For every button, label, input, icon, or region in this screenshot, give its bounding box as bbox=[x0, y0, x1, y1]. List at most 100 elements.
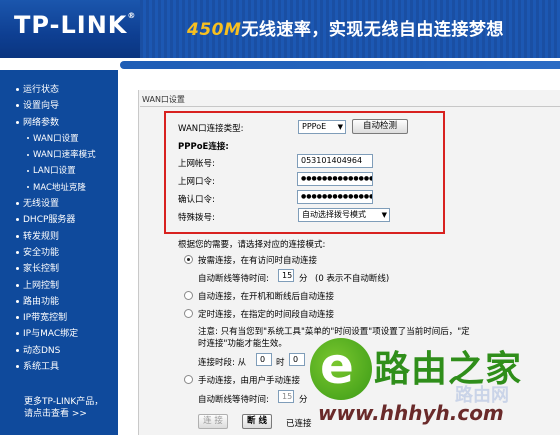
dial-mode-select[interactable]: 自动选择拨号模式 ▼ bbox=[298, 208, 390, 222]
sidebar-item[interactable]: LAN口设置 bbox=[16, 163, 96, 179]
sidebar-item[interactable]: IP带宽控制 bbox=[16, 310, 96, 326]
idle-time-hint: (0 表示不自动断线) bbox=[315, 274, 390, 284]
sidebar-item[interactable]: 无线设置 bbox=[16, 196, 96, 212]
sidebar-item-label: 无线设置 bbox=[23, 199, 60, 210]
sidebar-item[interactable]: 家长控制 bbox=[16, 261, 96, 277]
bullet-icon bbox=[16, 332, 19, 336]
period-from-input[interactable]: 0 bbox=[256, 353, 272, 366]
sidebar-item[interactable]: 设置向导 bbox=[16, 98, 96, 114]
radio-timed-connect[interactable] bbox=[184, 309, 193, 318]
idle-time-label: 自动断线等待时间: bbox=[198, 274, 269, 284]
disconnect-button[interactable]: 断 线 bbox=[242, 414, 272, 429]
sidebar-item-label: 上网控制 bbox=[23, 280, 60, 291]
logo-reg-mark: ® bbox=[127, 11, 137, 20]
panel-title: WAN口设置 bbox=[142, 95, 185, 104]
radio-manual-connect[interactable] bbox=[184, 375, 193, 384]
bullet-icon bbox=[16, 218, 19, 222]
sidebar-item-label: DHCP服务器 bbox=[23, 215, 76, 226]
conn-type-select[interactable]: PPPoE ▼ bbox=[298, 120, 346, 134]
bullet-icon bbox=[27, 153, 29, 156]
watermark-logo-letter: e bbox=[320, 337, 354, 395]
account-input[interactable]: 053101404964 bbox=[297, 154, 373, 168]
confirm-label: 确认口令: bbox=[178, 195, 215, 205]
sidebar-item-label: 家长控制 bbox=[23, 264, 60, 275]
sidebar-item[interactable]: 系统工具 bbox=[16, 359, 96, 375]
sidebar-item[interactable]: WAN口设置 bbox=[16, 131, 96, 147]
chevron-down-icon: ▼ bbox=[337, 123, 343, 131]
bullet-icon bbox=[16, 299, 19, 303]
logo-text: TP-LINK bbox=[14, 11, 128, 39]
sidebar-item[interactable]: 路由功能 bbox=[16, 294, 96, 310]
connect-button[interactable]: 连 接 bbox=[198, 414, 228, 429]
note-line2: 时连接"功能才能生效。 bbox=[198, 339, 287, 349]
more-line2: 请点击查看 >> bbox=[24, 409, 87, 419]
option-on-demand-label: 按需连接，在有访问时自动连接 bbox=[198, 256, 318, 266]
radio-on-demand[interactable] bbox=[184, 255, 193, 264]
bullet-icon bbox=[27, 186, 29, 189]
sidebar-item[interactable]: 上网控制 bbox=[16, 278, 96, 294]
period-to-input[interactable]: 0 bbox=[289, 353, 305, 366]
bullet-icon bbox=[16, 234, 19, 238]
idle-time-input[interactable]: 15 bbox=[278, 269, 294, 282]
sidebar-item[interactable]: 安全功能 bbox=[16, 245, 96, 261]
password-input[interactable]: ●●●●●●●●●●●●●●●● bbox=[297, 172, 373, 186]
sidebar: 运行状态设置向导网络参数 WAN口设置 WAN口速率模式 LAN口设置 MAC地址克隆无… bbox=[0, 70, 118, 435]
sidebar-item[interactable]: 转发规则 bbox=[16, 229, 96, 245]
header: TP-LINK® 450M无线速率，实现无线自由连接梦想 bbox=[0, 0, 560, 58]
autodetect-button[interactable]: 自动检测 bbox=[352, 119, 408, 134]
bullet-icon bbox=[27, 137, 29, 140]
sidebar-item[interactable]: WAN口速率模式 bbox=[16, 147, 96, 163]
dial-label: 特殊拨号: bbox=[178, 213, 215, 223]
bullet-icon bbox=[16, 348, 19, 352]
option-timed-connect-label: 定时连接，在指定的时间段自动连接 bbox=[198, 310, 335, 320]
tp-link-logo: TP-LINK® bbox=[14, 11, 136, 39]
chevron-down-icon: ▼ bbox=[381, 211, 387, 219]
sidebar-item[interactable]: 动态DNS bbox=[16, 343, 96, 359]
sidebar-item-label: 设置向导 bbox=[23, 101, 60, 112]
bullet-icon bbox=[16, 283, 19, 287]
sidebar-item-label: 网络参数 bbox=[23, 117, 60, 128]
sidebar-item-label: 动态DNS bbox=[23, 345, 61, 356]
sidebar-item-label: MAC地址克隆 bbox=[33, 182, 86, 193]
bullet-icon bbox=[16, 250, 19, 254]
sidebar-menu: 运行状态设置向导网络参数 WAN口设置 WAN口速率模式 LAN口设置 MAC地址克隆无… bbox=[16, 82, 96, 375]
account-label: 上网帐号: bbox=[178, 159, 215, 169]
sidebar-item[interactable]: IP与MAC绑定 bbox=[16, 326, 96, 342]
bullet-icon bbox=[16, 267, 19, 271]
sidebar-item-label: 转发规则 bbox=[23, 231, 60, 242]
sidebar-item-label: LAN口设置 bbox=[33, 166, 76, 177]
watermark-url: www.hhhyh.com bbox=[318, 401, 504, 425]
manual-idle-input[interactable]: 15 bbox=[278, 390, 294, 403]
sidebar-item-label: IP带宽控制 bbox=[23, 313, 68, 324]
period-label: 连接时段: 从 bbox=[198, 358, 247, 368]
sidebar-item[interactable]: 网络参数 bbox=[16, 115, 96, 131]
sidebar-item-label: WAN口设置 bbox=[33, 133, 79, 144]
bullet-icon bbox=[27, 169, 29, 172]
bullet-icon bbox=[16, 104, 19, 108]
more-line1: 更多TP-LINK产品， bbox=[24, 397, 104, 407]
pppoe-heading: PPPoE连接: bbox=[178, 142, 229, 152]
radio-auto-connect[interactable] bbox=[184, 291, 193, 300]
sidebar-item[interactable]: DHCP服务器 bbox=[16, 212, 96, 228]
bullet-icon bbox=[16, 88, 19, 91]
mode-intro: 根据您的需要，请选择对应的连接模式: bbox=[178, 240, 326, 250]
conn-type-value: PPPoE bbox=[302, 122, 327, 131]
panel-divider bbox=[140, 106, 560, 107]
bullet-icon bbox=[16, 120, 19, 124]
sidebar-item[interactable]: MAC地址克隆 bbox=[16, 180, 96, 196]
confirm-password-input[interactable]: ●●●●●●●●●●●●●●●● bbox=[297, 190, 373, 204]
dial-mode-value: 自动选择拨号模式 bbox=[302, 210, 366, 219]
more-products-link[interactable]: 更多TP-LINK产品， 请点击查看 >> bbox=[24, 396, 103, 420]
sidebar-item-label: 系统工具 bbox=[23, 362, 60, 373]
bullet-icon bbox=[16, 365, 19, 369]
manual-idle-label: 自动断线等待时间: bbox=[198, 395, 269, 405]
option-auto-connect-label: 自动连接，在开机和断线后自动连接 bbox=[198, 292, 335, 302]
idle-time-unit: 分 bbox=[299, 274, 308, 284]
header-banner: 450M无线速率，实现无线自由连接梦想 bbox=[140, 0, 560, 58]
header-band-bar bbox=[120, 61, 560, 69]
slogan-text: 无线速率，实现无线自由连接梦想 bbox=[241, 20, 504, 40]
connection-status: 已连接 bbox=[286, 419, 312, 429]
sidebar-item[interactable]: 运行状态 bbox=[16, 82, 96, 98]
option-manual-connect-label: 手动连接，由用户手动连接 bbox=[198, 376, 301, 386]
password-label: 上网口令: bbox=[178, 177, 215, 187]
